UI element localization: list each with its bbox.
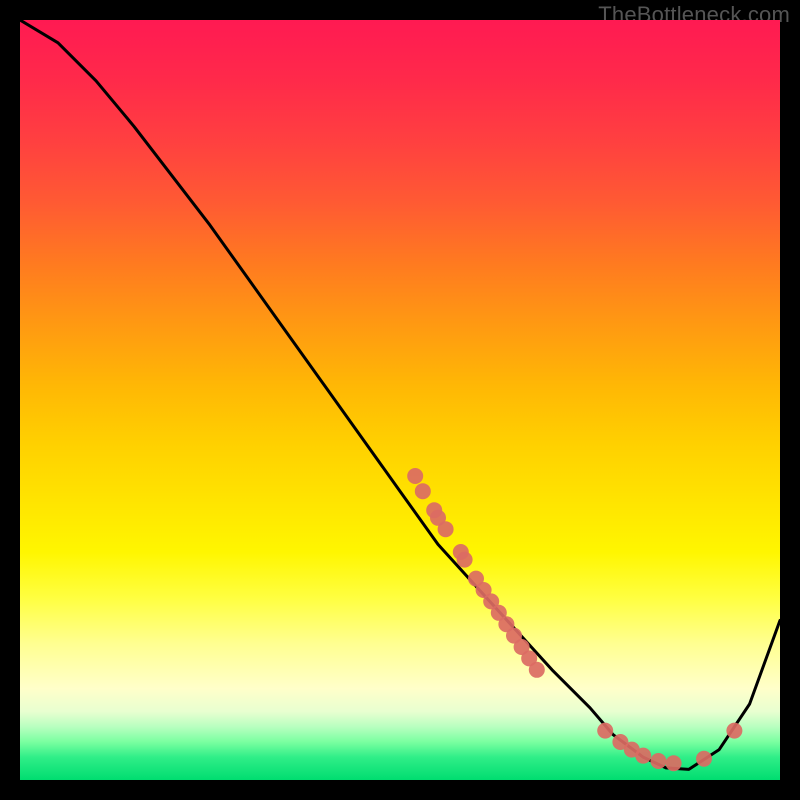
- data-point: [438, 521, 454, 537]
- chart-frame: TheBottleneck.com: [0, 0, 800, 800]
- data-point: [597, 723, 613, 739]
- data-point: [415, 483, 431, 499]
- data-point: [457, 552, 473, 568]
- data-point: [650, 753, 666, 769]
- data-point: [696, 751, 712, 767]
- data-point: [407, 468, 423, 484]
- data-point: [666, 755, 682, 771]
- data-point: [529, 662, 545, 678]
- plot-area: [20, 20, 780, 780]
- data-point: [635, 748, 651, 764]
- main-curve: [20, 20, 780, 769]
- chart-svg: [20, 20, 780, 780]
- data-points: [407, 468, 742, 771]
- data-point: [726, 723, 742, 739]
